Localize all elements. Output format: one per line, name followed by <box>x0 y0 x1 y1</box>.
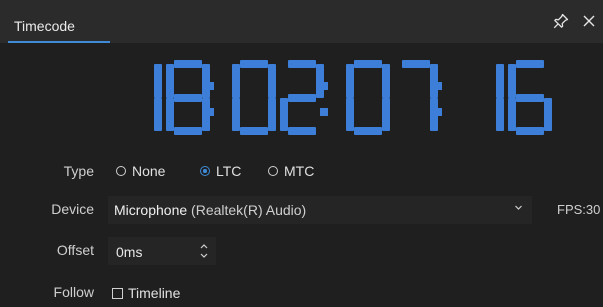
timecode-segment <box>354 60 382 68</box>
radio-mtc-circle <box>268 166 278 176</box>
timecode-segment <box>154 97 162 131</box>
timecode-digit <box>280 60 324 135</box>
timecode-segment <box>496 64 504 98</box>
timecode-digit <box>346 60 390 135</box>
radio-mtc-label: MTC <box>284 163 315 179</box>
timecode-segment <box>166 64 174 98</box>
type-label: Type <box>63 163 94 179</box>
timecode-segment <box>232 97 240 131</box>
radio-ltc-label: LTC <box>216 163 242 179</box>
device-name: Microphone <box>114 202 188 218</box>
chevron-up-icon <box>200 244 208 249</box>
radio-ltc-circle <box>200 166 210 176</box>
device-select[interactable]: Microphone (Realtek(R) Audio) <box>108 196 532 224</box>
tab-label: Timecode <box>14 18 75 34</box>
offset-label: Offset <box>56 242 94 258</box>
timecode-segment <box>202 64 210 98</box>
timecode-segment <box>288 60 316 68</box>
timecode-digit <box>118 60 162 135</box>
timecode-segment <box>268 97 276 131</box>
device-label: Device <box>51 201 94 217</box>
timeline-checkbox[interactable]: Timeline <box>112 285 180 301</box>
offset-stepper[interactable] <box>198 239 210 263</box>
radio-ltc[interactable]: LTC <box>200 161 241 181</box>
offset-spinbox[interactable]: 0ms <box>108 237 216 265</box>
timecode-colon-dot <box>434 82 442 90</box>
timecode-digit <box>166 60 210 135</box>
timecode-colon-dot <box>206 82 214 90</box>
timecode-segment <box>516 127 544 135</box>
timecode-segment <box>508 97 516 131</box>
timecode-segment <box>316 64 324 98</box>
timecode-segment <box>516 93 544 102</box>
device-value: Microphone (Realtek(R) Audio) <box>114 202 306 218</box>
device-driver: (Realtek(R) Audio) <box>187 202 307 218</box>
timecode-segment <box>346 97 354 131</box>
timecode-digit <box>460 60 504 135</box>
timecode-segment <box>174 93 202 102</box>
timecode-colon-dot <box>320 82 328 90</box>
timecode-segment <box>508 64 516 98</box>
timecode-colon-dot <box>434 108 442 116</box>
timecode-digit <box>232 60 276 135</box>
timecode-segment <box>268 64 276 98</box>
timecode-segment <box>430 64 438 98</box>
timecode-segment <box>354 127 382 135</box>
timecode-segment <box>496 97 504 131</box>
radio-none-label: None <box>132 163 166 179</box>
title-bar: Timecode <box>0 0 603 43</box>
chevron-down-icon <box>514 203 523 215</box>
timecode-segment <box>402 60 430 68</box>
fps-readout: FPS:30 <box>557 202 601 217</box>
chevron-down-icon <box>200 253 208 258</box>
timecode-segment <box>174 60 202 68</box>
timecode-colon-dot <box>206 108 214 116</box>
timecode-segment <box>288 127 316 135</box>
timecode-digit <box>508 60 552 135</box>
timecode-digit <box>394 60 438 135</box>
timecode-segment <box>280 97 288 131</box>
radio-mtc[interactable]: MTC <box>268 161 314 181</box>
timecode-segment <box>382 97 390 131</box>
timecode-segment <box>174 127 202 135</box>
timecode-colon-dot <box>320 108 328 116</box>
close-icon[interactable] <box>580 12 598 30</box>
timecode-display <box>0 60 603 135</box>
radio-none[interactable]: None <box>116 161 165 181</box>
timecode-segment <box>240 127 268 135</box>
timecode-segment <box>346 64 354 98</box>
timecode-segment <box>544 97 552 131</box>
pin-icon[interactable] <box>552 12 570 30</box>
offset-value: 0ms <box>116 244 143 260</box>
timecode-segment <box>154 64 162 98</box>
follow-label: Follow <box>53 284 94 300</box>
timecode-segment <box>516 60 544 68</box>
radio-none-circle <box>116 166 126 176</box>
timecode-segment <box>166 97 174 131</box>
timecode-segment <box>240 60 268 68</box>
tab-timecode[interactable]: Timecode <box>8 13 110 43</box>
timecode-segment <box>288 93 316 102</box>
timecode-segment <box>232 64 240 98</box>
timecode-segment <box>382 64 390 98</box>
timeline-checkbox-label: Timeline <box>128 285 181 301</box>
checkbox-box <box>112 287 123 299</box>
